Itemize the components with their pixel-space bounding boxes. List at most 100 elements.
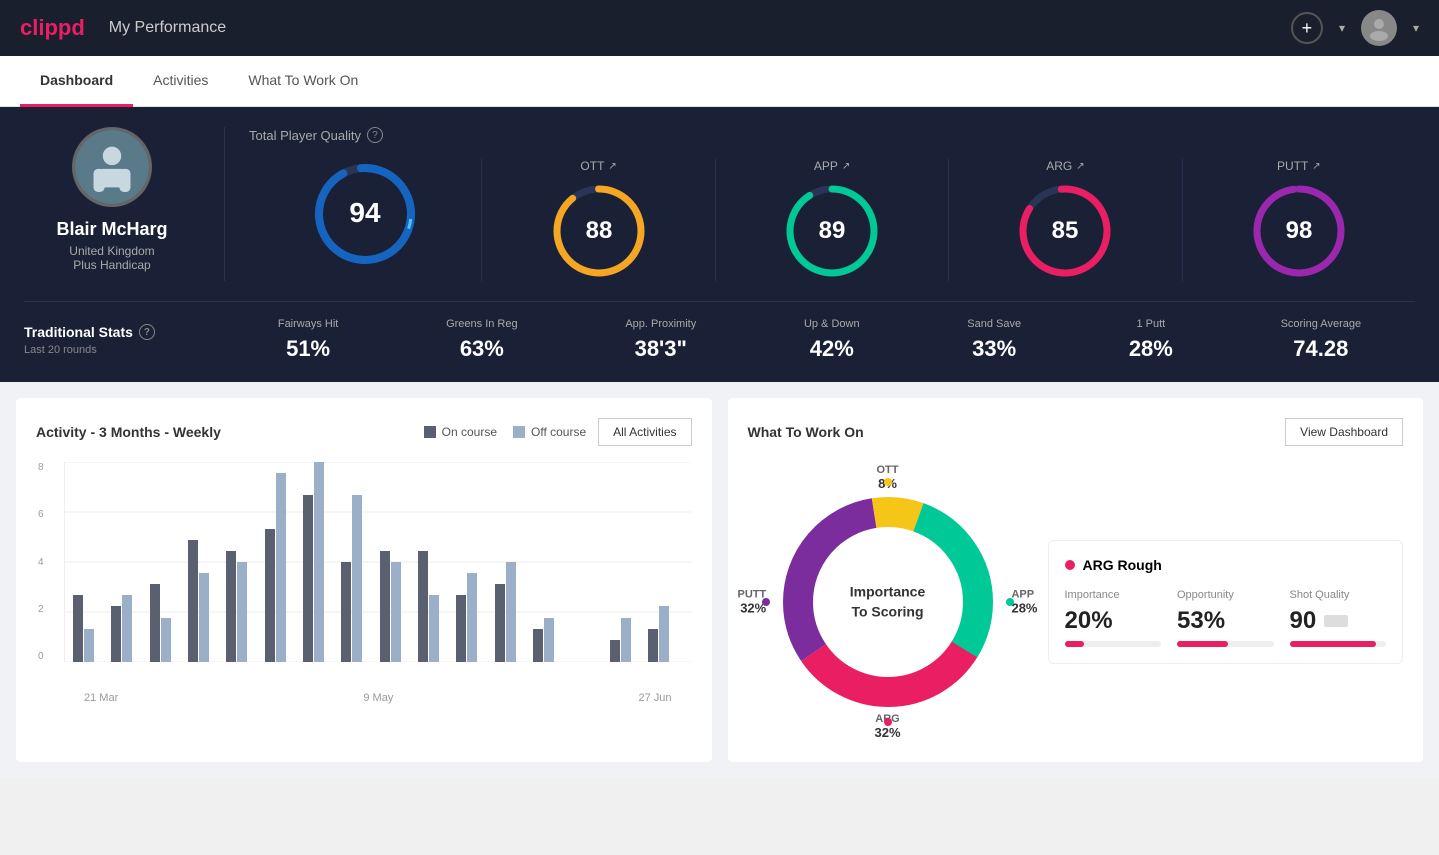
header-actions: + ▾ ▾	[1291, 10, 1419, 46]
trad-stats-subtitle: Last 20 rounds	[24, 344, 224, 356]
bar-group	[150, 584, 185, 662]
bar-offcourse	[276, 473, 286, 662]
ott-label: OTT ↗	[580, 159, 616, 173]
offcourse-dot	[513, 426, 525, 438]
header: clippd My Performance + ▾ ▾	[0, 0, 1439, 56]
quality-info-icon[interactable]: ?	[367, 127, 383, 143]
donut-label-app: APP 28%	[1011, 589, 1037, 616]
main-quality-circle: 94	[249, 159, 482, 281]
opportunity-fill	[1177, 641, 1228, 647]
stat-app-value: 38'3"	[625, 336, 696, 362]
stat-updown-value: 42%	[804, 336, 860, 362]
stat-one-putt: 1 Putt 28%	[1129, 318, 1173, 362]
bar-group	[456, 573, 491, 662]
stat-importance: Importance 20%	[1065, 589, 1162, 647]
svg-text:94: 94	[350, 197, 382, 228]
bar-offcourse	[352, 495, 362, 662]
opportunity-label: Opportunity	[1177, 589, 1274, 601]
all-activities-button[interactable]: All Activities	[598, 418, 691, 446]
quality-title: Total Player Quality ?	[249, 127, 1415, 143]
activity-chart-title: Activity - 3 Months - Weekly	[36, 424, 424, 440]
activity-chart-header: Activity - 3 Months - Weekly On course O…	[36, 418, 692, 446]
tab-dashboard[interactable]: Dashboard	[20, 56, 133, 107]
bar-group	[188, 540, 223, 662]
trad-stats-items: Fairways Hit 51% Greens In Reg 63% App. …	[224, 318, 1415, 362]
x-label-may: 9 May	[363, 692, 393, 704]
bar-group	[533, 618, 568, 662]
x-label-mar: 21 Mar	[84, 692, 118, 704]
work-on-title: What To Work On	[748, 424, 1286, 440]
bar-offcourse	[314, 462, 324, 662]
arg-circle: ARG ↗ 85	[949, 159, 1182, 281]
logo: clippd	[20, 15, 85, 41]
legend-offcourse: Off course	[513, 425, 586, 439]
stat-up-down: Up & Down 42%	[804, 318, 860, 362]
bar-offcourse	[467, 573, 477, 662]
avatar[interactable]	[1361, 10, 1397, 46]
importance-bar	[1065, 641, 1162, 647]
y-label-6: 6	[38, 509, 44, 520]
shot-quality-label: Shot Quality	[1290, 589, 1387, 601]
player-country: United Kingdom	[69, 244, 154, 258]
tab-activities[interactable]: Activities	[133, 56, 228, 107]
bar-offcourse	[391, 562, 401, 662]
bar-group	[265, 473, 300, 662]
avatar-dropdown[interactable]: ▾	[1413, 21, 1419, 35]
shot-quality-fill	[1290, 641, 1377, 647]
donut-chart: ImportanceTo Scoring OTT 8% APP 28% ARG …	[748, 462, 1028, 742]
stat-greens-label: Greens In Reg	[446, 318, 518, 330]
bar-oncourse	[495, 584, 505, 662]
work-detail-stats: Importance 20% Opportunity 53%	[1065, 589, 1387, 647]
bar-oncourse	[380, 551, 390, 662]
view-dashboard-button[interactable]: View Dashboard	[1285, 418, 1403, 446]
stat-fairways-hit: Fairways Hit 51%	[278, 318, 339, 362]
y-label-4: 4	[38, 557, 44, 568]
add-dropdown[interactable]: ▾	[1339, 21, 1345, 35]
bar-offcourse	[544, 618, 554, 662]
bar-oncourse	[150, 584, 160, 662]
bar-oncourse	[111, 606, 121, 662]
bar-group	[380, 551, 415, 662]
stat-app-label: App. Proximity	[625, 318, 696, 330]
stat-oneputt-value: 28%	[1129, 336, 1173, 362]
putt-circle: PUTT ↗ 98	[1183, 159, 1415, 281]
bar-oncourse	[456, 595, 466, 662]
bar-oncourse	[533, 629, 543, 662]
bar-offcourse	[161, 618, 171, 662]
importance-value: 20%	[1065, 607, 1162, 635]
trad-stats-label: Traditional Stats ? Last 20 rounds	[24, 324, 224, 356]
bar-offcourse	[621, 618, 631, 662]
y-label-2: 2	[38, 604, 44, 615]
oncourse-label: On course	[442, 425, 497, 439]
bar-group	[73, 595, 108, 662]
bar-chart	[64, 462, 692, 662]
legend-oncourse: On course	[424, 425, 497, 439]
detail-dot	[1065, 560, 1075, 570]
work-detail-title: ARG Rough	[1065, 557, 1387, 573]
bar-offcourse	[237, 562, 247, 662]
y-label-0: 0	[38, 651, 44, 662]
x-axis: 21 Mar 9 May 27 Jun	[64, 692, 692, 704]
bar-offcourse	[429, 595, 439, 662]
player-avatar	[72, 127, 152, 207]
y-label-8: 8	[38, 462, 44, 473]
bar-group	[495, 562, 530, 662]
stat-greens-reg: Greens In Reg 63%	[446, 318, 518, 362]
bar-group	[303, 462, 338, 662]
trad-stats-info-icon[interactable]: ?	[139, 324, 155, 340]
shot-quality-indicator	[1324, 615, 1348, 627]
importance-fill	[1065, 641, 1084, 647]
traditional-stats: Traditional Stats ? Last 20 rounds Fairw…	[24, 301, 1415, 362]
stat-sandsave-label: Sand Save	[967, 318, 1021, 330]
add-button[interactable]: +	[1291, 12, 1323, 44]
stat-shot-quality: Shot Quality 90	[1290, 589, 1387, 647]
bar-group	[610, 618, 645, 662]
tab-what-to-work-on[interactable]: What To Work On	[228, 56, 378, 107]
player-name: Blair McHarg	[56, 219, 167, 240]
donut-center-label: ImportanceTo Scoring	[850, 582, 925, 621]
quality-circles: 94 OTT ↗ 88	[249, 159, 1415, 281]
work-detail-card: ARG Rough Importance 20% Opportunity	[1048, 540, 1404, 664]
bar-group	[341, 495, 376, 662]
chart-area: 0 2 4 6 8 21 M	[36, 462, 692, 682]
stat-scoring-value: 74.28	[1281, 336, 1362, 362]
